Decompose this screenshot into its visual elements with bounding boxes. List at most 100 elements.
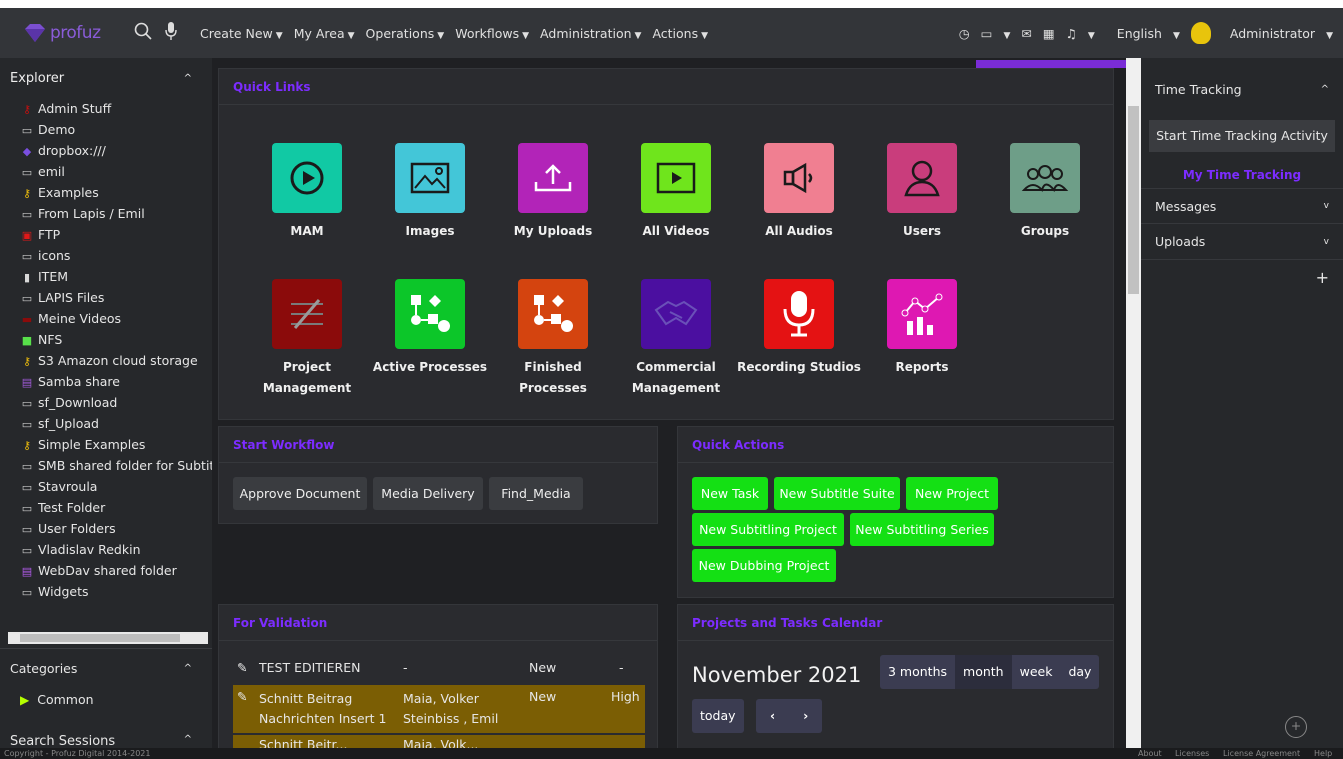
chevron-up-icon[interactable]: ^ [184, 734, 192, 748]
search-icon[interactable] [134, 22, 152, 45]
microphone-icon[interactable] [164, 21, 178, 46]
find-media-button[interactable]: Find_Media [489, 477, 583, 510]
tree-item[interactable]: ⚷ S3 Amazon cloud storage [0, 350, 212, 371]
chevron-down-icon[interactable]: v [1324, 237, 1329, 247]
help-link[interactable]: Help [1314, 748, 1332, 759]
chevron-up-icon[interactable]: ^ [1321, 84, 1329, 95]
today-button[interactable]: today [692, 699, 744, 733]
nav-create-new[interactable]: Create New ▼ [200, 26, 283, 41]
tree-item[interactable]: ▭ emil [0, 161, 212, 182]
uploads-header[interactable]: Uploads v [1141, 224, 1343, 260]
licenses-link[interactable]: Licenses [1175, 748, 1209, 759]
bell-icon[interactable]: ♫ ▼ [1066, 26, 1095, 41]
tree-item[interactable]: ▤ Samba share [0, 371, 212, 392]
table-row[interactable]: ✎ TEST EDITIEREN - New - [233, 655, 645, 681]
tree-item[interactable]: ▭ User Folders [0, 518, 212, 539]
quick-link-tile[interactable]: My Uploads [491, 143, 615, 242]
avatar[interactable] [1190, 22, 1211, 44]
my-time-tracking-link[interactable]: My Time Tracking [1141, 162, 1343, 188]
quick-link-tile[interactable]: All Videos [614, 143, 738, 242]
tree-item[interactable]: ⚷ Examples [0, 182, 212, 203]
new-task-button[interactable]: New Task [692, 477, 768, 510]
add-circle-icon[interactable]: + [1285, 716, 1307, 738]
about-link[interactable]: About [1138, 748, 1162, 759]
tree-item[interactable]: ▭ Test Folder [0, 497, 212, 518]
tree-item[interactable]: ▤ WebDav shared folder [0, 560, 212, 581]
table-row[interactable]: Schnitt Beitr... Maia, Volk... [233, 735, 645, 748]
history-icon[interactable]: ◷ [959, 26, 970, 41]
quick-link-tile[interactable]: Project Management [245, 279, 369, 399]
tree-item[interactable]: ◆ dropbox:/// [0, 140, 212, 161]
explorer-header[interactable]: Explorer ^ [0, 58, 212, 98]
new-project-button[interactable]: New Project [906, 477, 998, 510]
media-delivery-button[interactable]: Media Delivery [373, 477, 483, 510]
vertical-scrollbar[interactable] [1126, 58, 1141, 748]
view-day-button[interactable]: day [1060, 655, 1099, 689]
scrollbar-thumb[interactable] [20, 634, 180, 642]
new-dubbing-project-button[interactable]: New Dubbing Project [692, 549, 836, 582]
calendar-icon[interactable]: ▦ [1043, 26, 1055, 41]
quick-link-tile[interactable]: Images [368, 143, 492, 242]
tree-item[interactable]: ▭ Demo [0, 119, 212, 140]
tree-item[interactable]: ■ NFS [0, 329, 212, 350]
quick-link-tile[interactable]: Users [860, 143, 984, 242]
new-subtitle-suite-button[interactable]: New Subtitle Suite [774, 477, 900, 510]
approve-document-button[interactable]: Approve Document [233, 477, 367, 510]
mail-icon[interactable]: ✉ [1021, 26, 1031, 41]
new-subtitling-series-button[interactable]: New Subtitling Series [850, 513, 994, 546]
start-time-tracking-button[interactable]: Start Time Tracking Activity [1149, 120, 1335, 152]
nav-my-area[interactable]: My Area ▼ [294, 26, 355, 41]
tree-item[interactable]: ▭ LAPIS Files [0, 287, 212, 308]
tree-item[interactable]: ▬ Meine Videos [0, 308, 212, 329]
tree-item[interactable]: ▣ FTP [0, 224, 212, 245]
nav-actions[interactable]: Actions ▼ [652, 26, 708, 41]
tree-item[interactable]: ⚷ Simple Examples [0, 434, 212, 455]
new-subtitling-project-button[interactable]: New Subtitling Project [692, 513, 844, 546]
tree-item[interactable]: ▭ From Lapis / Emil [0, 203, 212, 224]
tree-item[interactable]: ▭ SMB shared folder for Subtitl [0, 455, 212, 476]
view-week-button[interactable]: week [1012, 655, 1061, 689]
license-agreement-link[interactable]: License Agreement [1223, 748, 1300, 759]
tree-item[interactable]: ▭ sf_Upload [0, 413, 212, 434]
quick-link-tile[interactable]: Reports [860, 279, 984, 378]
quick-link-tile[interactable]: Finished Processes [491, 279, 615, 399]
time-tracking-header[interactable]: Time Tracking ^ [1141, 58, 1343, 120]
view-3-months-button[interactable]: 3 months [880, 655, 955, 689]
tree-item[interactable]: ▭ Widgets [0, 581, 212, 602]
chevron-left-icon[interactable]: ‹ [756, 699, 789, 733]
messages-header[interactable]: Messages v [1141, 188, 1343, 224]
view-month-button[interactable]: month [955, 655, 1012, 689]
nav-administration[interactable]: Administration ▼ [540, 26, 641, 41]
tree-item[interactable]: ▮ ITEM [0, 266, 212, 287]
tree-item[interactable]: ⚷ Admin Stuff [0, 98, 212, 119]
category-item[interactable]: ▶ Common [20, 688, 94, 712]
chevron-down-icon[interactable]: v [1324, 201, 1329, 211]
chat-icon[interactable]: ▭ ▼ [981, 26, 1011, 41]
plus-icon[interactable]: + [1316, 268, 1329, 287]
nav-operations[interactable]: Operations ▼ [366, 26, 445, 41]
quick-link-tile[interactable]: All Audios [737, 143, 861, 242]
tree-item[interactable]: ▭ Vladislav Redkin [0, 539, 212, 560]
logo[interactable]: profuz [22, 13, 122, 53]
user-menu[interactable]: Administrator ▼ [1219, 26, 1333, 41]
tree-item[interactable]: ▭ sf_Download [0, 392, 212, 413]
tree-item[interactable]: ▭ Stavroula [0, 476, 212, 497]
chevron-up-icon[interactable]: ^ [184, 73, 192, 84]
tree-item[interactable]: ▭ icons [0, 245, 212, 266]
quick-link-tile[interactable]: Commercial Management [614, 279, 738, 399]
search-sessions-header[interactable]: Search Sessions ^ [0, 734, 212, 748]
chevron-up-icon[interactable]: ^ [184, 663, 192, 674]
horizontal-scrollbar[interactable] [8, 632, 208, 644]
quick-link-tile[interactable]: Recording Studios [737, 279, 861, 378]
pencil-icon[interactable]: ✎ [237, 655, 247, 681]
pencil-icon[interactable]: ✎ [237, 689, 247, 704]
table-row[interactable]: ✎ Schnitt Beitrag Nachrichten Insert 1 M… [233, 685, 645, 733]
quick-link-tile[interactable]: MAM [245, 143, 369, 242]
chevron-right-icon[interactable]: › [789, 699, 822, 733]
language-selector[interactable]: English ▼ [1106, 26, 1180, 41]
nav-workflows[interactable]: Workflows ▼ [455, 26, 529, 41]
quick-link-tile[interactable]: Groups [983, 143, 1107, 242]
categories-header[interactable]: Categories ^ [0, 648, 212, 688]
scrollbar-thumb[interactable] [1128, 106, 1139, 294]
quick-link-tile[interactable]: Active Processes [368, 279, 492, 378]
